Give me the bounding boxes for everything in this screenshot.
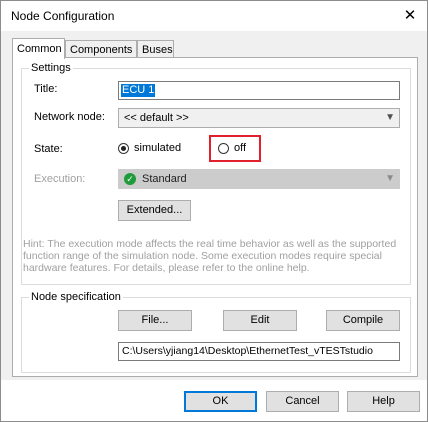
tab-common[interactable]: Common xyxy=(12,38,65,59)
execution-select: ✓ Standard ▼ xyxy=(118,169,400,189)
network-node-value: << default >> xyxy=(124,112,189,124)
file-button[interactable]: File... xyxy=(118,310,192,331)
state-label: State: xyxy=(34,143,63,155)
radio-selected-dot xyxy=(121,146,126,151)
compile-button[interactable]: Compile xyxy=(326,310,400,331)
chevron-down-icon: ▼ xyxy=(385,112,395,123)
help-button-label: Help xyxy=(372,395,395,407)
title-bar: Node Configuration ✕ xyxy=(1,1,427,31)
tab-common-label: Common xyxy=(17,43,62,55)
cancel-button-label: Cancel xyxy=(285,395,320,407)
close-icon[interactable]: ✕ xyxy=(399,5,421,27)
state-simulated-radio[interactable] xyxy=(118,143,129,154)
ok-button[interactable]: OK xyxy=(184,391,257,412)
hint-text: Hint: The execution mode affects the rea… xyxy=(23,238,397,274)
state-simulated-label: simulated xyxy=(134,142,182,154)
extended-button[interactable]: Extended... xyxy=(118,200,191,221)
node-file-path-value: C:\Users\yjiang14\Desktop\EthernetTest_v… xyxy=(122,345,373,357)
execution-label: Execution: xyxy=(34,173,86,185)
dialog-content: Common Components Buses Settings Title: … xyxy=(1,31,427,380)
extended-button-label: Extended... xyxy=(126,204,183,216)
title-input-value: ECU 1 xyxy=(121,84,156,97)
node-specification-label: Node specification xyxy=(29,291,123,303)
chevron-down-icon: ▼ xyxy=(385,173,395,184)
edit-button-label: Edit xyxy=(250,314,270,326)
tab-components-label: Components xyxy=(70,44,133,56)
title-label: Title: xyxy=(34,83,58,95)
tab-components[interactable]: Components xyxy=(65,40,137,58)
network-node-select[interactable]: << default >> ▼ xyxy=(118,108,400,128)
shield-check-icon: ✓ xyxy=(124,173,136,185)
highlight-box xyxy=(209,135,261,162)
title-input[interactable]: ECU 1 xyxy=(118,81,400,100)
node-configuration-dialog: Node Configuration ✕ Common Components B… xyxy=(0,0,428,422)
help-button[interactable]: Help xyxy=(347,391,420,412)
node-specification-group xyxy=(21,297,411,373)
cancel-button[interactable]: Cancel xyxy=(266,391,339,412)
compile-button-label: Compile xyxy=(342,314,384,326)
execution-value: Standard xyxy=(142,173,187,185)
network-node-label: Network node: xyxy=(34,111,105,123)
settings-group-label: Settings xyxy=(29,62,73,74)
window-title: Node Configuration xyxy=(11,9,115,23)
tab-buses-label: Buses xyxy=(142,44,173,56)
tab-buses[interactable]: Buses xyxy=(137,40,174,58)
node-file-path-input[interactable]: C:\Users\yjiang14\Desktop\EthernetTest_v… xyxy=(118,342,400,361)
edit-button[interactable]: Edit xyxy=(223,310,297,331)
file-button-label: File... xyxy=(141,314,169,326)
ok-button-label: OK xyxy=(212,395,229,407)
